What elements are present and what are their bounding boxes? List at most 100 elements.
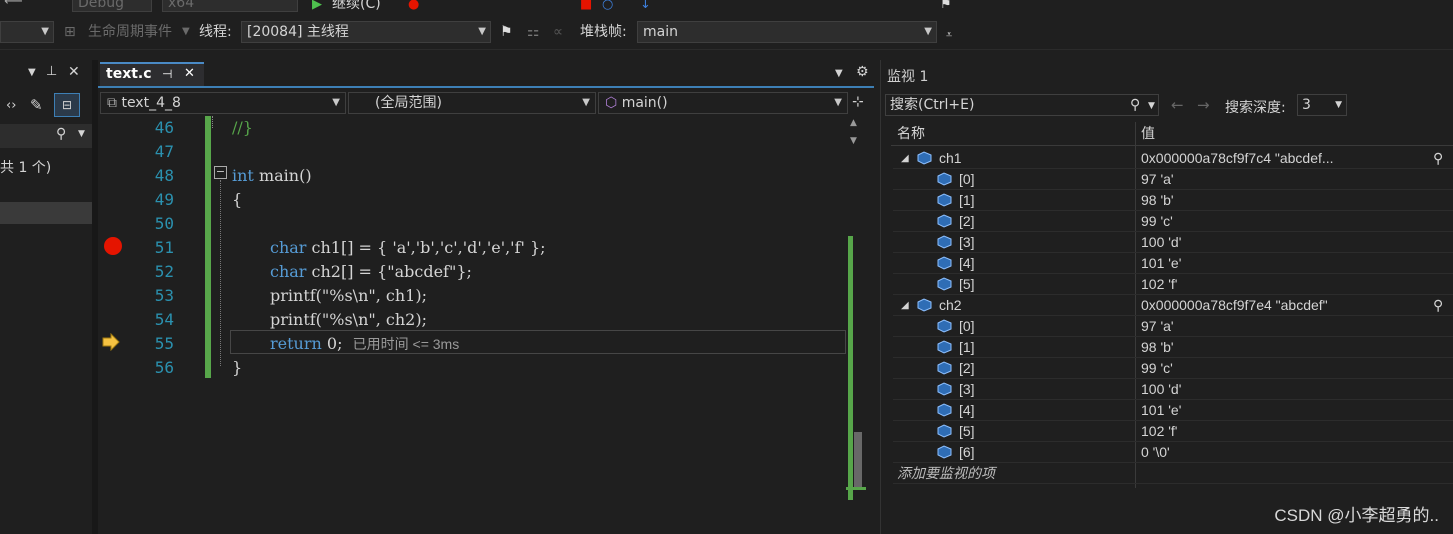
watch-name: [1] xyxy=(959,192,975,208)
watch-row[interactable]: [1] 98 'b' xyxy=(893,190,1453,211)
chevron-down-icon[interactable]: ▼ xyxy=(1148,96,1155,116)
line-number: 48 xyxy=(154,166,174,185)
function-value: main() xyxy=(621,95,668,111)
project-value: text_4_8 xyxy=(121,95,181,111)
process-combo[interactable]: ▼ xyxy=(0,21,54,43)
panel-search-box[interactable]: ⚲ ▼ xyxy=(0,124,92,148)
search-depth-combo[interactable]: 3 ▼ xyxy=(1297,94,1347,116)
bookmark-icon[interactable]: ⚑ xyxy=(940,0,952,13)
watch-row[interactable]: [3] 100 'd' xyxy=(893,379,1453,400)
column-value-header[interactable]: 值 xyxy=(1141,122,1155,146)
selected-row[interactable] xyxy=(0,202,92,224)
scope-combo[interactable]: (全局范围) ▼ xyxy=(348,92,596,114)
code-line: 52 char ch2[] = {"abcdef"}; xyxy=(98,260,848,284)
wrench-icon[interactable]: ✎ xyxy=(30,96,43,114)
threads-icon[interactable]: ⚏ xyxy=(527,21,540,43)
watch-row-ch1[interactable]: ◢ ch1 0x000000a78cf9f7c4 "abcdef... ⚲ xyxy=(893,148,1453,169)
watch-row[interactable]: [0] 97 'a' xyxy=(893,169,1453,190)
watch-name: [5] xyxy=(959,423,975,439)
watch-value: 102 'f' xyxy=(1141,423,1178,439)
watch-row[interactable]: [3] 100 'd' xyxy=(893,232,1453,253)
code-line: 51 char ch1[] = { 'a','b','c','d','e','f… xyxy=(98,236,848,260)
collapse-arrow-icon[interactable]: ◢ xyxy=(901,295,909,316)
function-combo[interactable]: ⬡ main() ▼ xyxy=(598,92,848,114)
stack-frame-label: 堆栈帧: xyxy=(580,24,627,40)
watch-row[interactable]: [2] 99 'c' xyxy=(893,358,1453,379)
search-icon[interactable]: ⚲ xyxy=(1130,95,1140,115)
watch-value: 97 'a' xyxy=(1141,318,1174,334)
search-forward-icon[interactable]: → xyxy=(1197,96,1210,114)
pin-icon[interactable]: ⊣ xyxy=(162,64,172,84)
watch-row[interactable]: [0] 97 'a' xyxy=(893,316,1453,337)
add-watch-row[interactable]: 添加要监视的项 xyxy=(893,463,1453,484)
toolbar-overflow-icon[interactable]: ⩡ xyxy=(946,24,952,46)
project-combo[interactable]: ⧉ text_4_8 ▼ xyxy=(100,92,346,114)
stop-icon[interactable]: ● xyxy=(408,0,419,13)
continue-icon[interactable]: ▶ xyxy=(312,0,322,13)
debug-toolbar: ⟵ Debug x64 ▶ 继续(C) ● ■ ○ ↓ ⚑ xyxy=(0,0,1453,16)
watch-search-input[interactable]: 搜索(Ctrl+E) ⚲ ▼ xyxy=(885,94,1159,116)
scrollbar-thumb[interactable] xyxy=(854,432,862,490)
platform-combo[interactable]: x64 xyxy=(162,0,298,12)
scroll-up-icon[interactable]: ▲ xyxy=(850,118,857,128)
column-name-header[interactable]: 名称 xyxy=(897,122,925,146)
thread-combo[interactable]: [20084] 主线程 ▼ xyxy=(241,21,491,43)
code-line: 49 { xyxy=(98,188,848,212)
watch-row[interactable]: [4] 101 'e' xyxy=(893,253,1453,274)
watch-row[interactable]: [1] 98 'b' xyxy=(893,337,1453,358)
line-number: 56 xyxy=(154,358,174,377)
code-icon[interactable]: ‹› xyxy=(6,98,16,113)
chevron-down-icon: ▼ xyxy=(924,26,932,37)
tab-text-c[interactable]: text.c ⊣ ✕ xyxy=(100,62,204,86)
watch-value: 98 'b' xyxy=(1141,192,1174,208)
chevron-down-icon[interactable]: ▼ xyxy=(28,67,36,78)
lifecycle-events-label[interactable]: 生命周期事件 xyxy=(88,21,172,43)
line-text: //} xyxy=(232,118,253,137)
elapsed-time-hint[interactable]: 已用时间 <= 3ms xyxy=(353,336,460,352)
close-icon[interactable]: ✕ xyxy=(68,64,80,80)
stack-frame-combo[interactable]: main ▼ xyxy=(637,21,937,43)
nav-back-icon[interactable]: ⟵ xyxy=(4,0,23,10)
variable-icon xyxy=(937,403,952,417)
close-icon[interactable]: ✕ xyxy=(184,64,195,84)
continue-button[interactable]: 继续(C) xyxy=(332,0,381,12)
watch-row[interactable]: [5] 102 'f' xyxy=(893,421,1453,442)
step-into-icon[interactable]: ↓ xyxy=(640,0,651,13)
watch-value: 97 'a' xyxy=(1141,171,1174,187)
code-text: ch1[] = { 'a','b','c','d','e','f' }; xyxy=(306,238,546,257)
code-line: 48 int main() xyxy=(98,164,848,188)
watch-value: 99 'c' xyxy=(1141,213,1173,229)
gear-icon[interactable]: ⚙ xyxy=(856,64,869,80)
line-number: 55 xyxy=(154,334,174,353)
restart-icon[interactable]: ○ xyxy=(602,0,613,13)
collapse-arrow-icon[interactable]: ◢ xyxy=(901,148,909,169)
search-icon[interactable]: ⚲ xyxy=(1433,148,1443,169)
watch-row[interactable]: [2] 99 'c' xyxy=(893,211,1453,232)
chevron-down-icon[interactable]: ▼ xyxy=(835,68,843,79)
search-icon[interactable]: ⚲ xyxy=(1433,295,1443,316)
chevron-down-icon: ▼ xyxy=(78,129,85,139)
scroll-down-icon[interactable]: ▼ xyxy=(850,136,857,146)
chevron-down-icon: ▼ xyxy=(1335,100,1342,110)
stop-debug-icon[interactable]: ■ xyxy=(580,0,592,13)
search-back-icon[interactable]: ← xyxy=(1171,96,1184,114)
split-icon[interactable]: ⊹ xyxy=(852,94,864,110)
watch-row-ch2[interactable]: ◢ ch2 0x000000a78cf9f7e4 "abcdef" ⚲ xyxy=(893,295,1453,316)
flag-icon[interactable]: ⚑ xyxy=(500,21,513,43)
watch-value: 99 'c' xyxy=(1141,360,1173,376)
code-area[interactable]: − 46 //} 47 48 int main() 49 { 50 51 cha… xyxy=(98,116,874,534)
settings-toggle-icon[interactable]: ⊟ xyxy=(54,93,80,117)
line-text: char ch2[] = {"abcdef"}; xyxy=(270,260,472,284)
add-watch-item[interactable]: 添加要监视的项 xyxy=(897,463,995,484)
line-text: int main() xyxy=(232,164,312,188)
watch-value: 98 'b' xyxy=(1141,339,1174,355)
config-combo[interactable]: Debug xyxy=(72,0,152,12)
chevron-down-icon: ▼ xyxy=(834,97,842,108)
watch-row[interactable]: [5] 102 'f' xyxy=(893,274,1453,295)
watch-row[interactable]: [4] 101 'e' xyxy=(893,400,1453,421)
watch-name: [4] xyxy=(959,255,975,271)
pin-icon[interactable]: ⊥ xyxy=(46,64,57,79)
code-line: 54 printf("%s\n", ch2); xyxy=(98,308,848,332)
watch-row[interactable]: [6] 0 '\0' xyxy=(893,442,1453,463)
keyword: return xyxy=(270,334,322,353)
